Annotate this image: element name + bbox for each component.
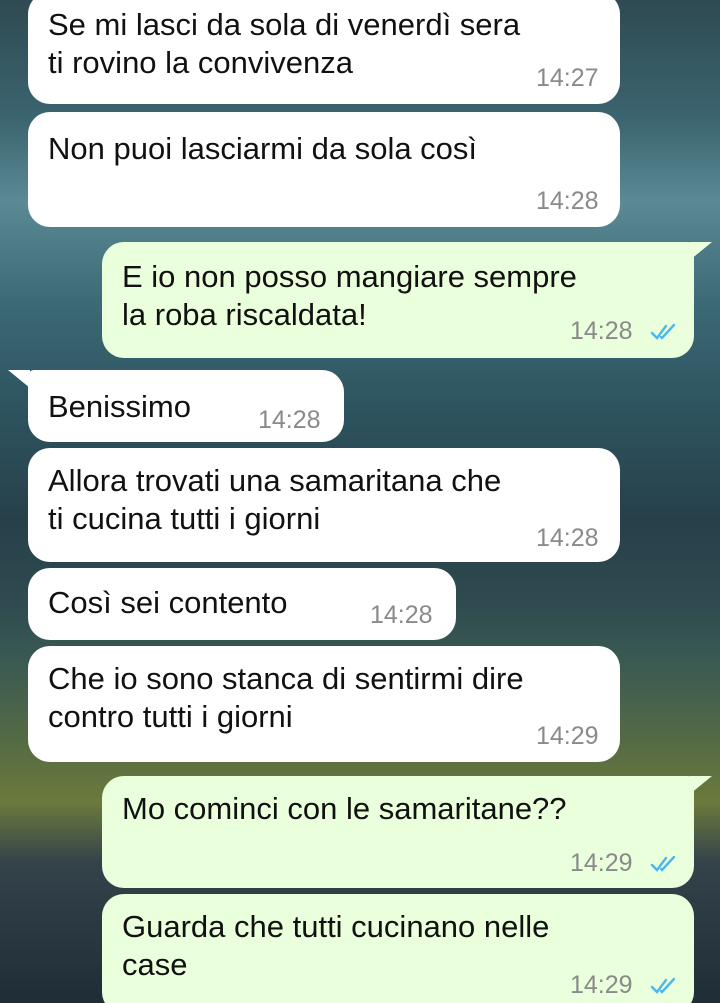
message-text: Che io sono stanca di sentirmi dire cont… [48,661,524,734]
read-ticks-icon [650,855,676,872]
message-time: 14:28 [370,601,433,629]
message-time: 14:27 [536,64,599,92]
message-text: Così sei contento [48,585,288,620]
message-time: 14:28 [536,524,599,552]
incoming-message[interactable]: Se mi lasci da sola di venerdì sera ti r… [28,0,620,104]
message-text: Mo cominci con le samaritane?? [122,791,567,826]
incoming-message[interactable]: Benissimo 14:28 [28,370,344,442]
message-time: 14:28 [536,187,599,215]
message-text: Guarda che tutti cucinano nelle case [122,909,550,982]
message-text: Allora trovati una samaritana che ti cuc… [48,463,502,536]
incoming-message[interactable]: Così sei contento 14:28 [28,568,456,640]
incoming-message[interactable]: Che io sono stanca di sentirmi dire cont… [28,646,620,762]
incoming-message[interactable]: Allora trovati una samaritana che ti cuc… [28,448,620,562]
bubble-tail [8,370,30,388]
outgoing-message[interactable]: E io non posso mangiare sempre la roba r… [102,242,694,358]
message-time: 14:29 [536,722,599,750]
message-time: 14:28 [570,317,633,345]
read-ticks-icon [650,977,676,994]
chat-area: Se mi lasci da sola di venerdì sera ti r… [0,0,720,1003]
outgoing-message[interactable]: Guarda che tutti cucinano nelle case 14:… [102,894,694,1003]
message-time: 14:29 [570,849,633,877]
outgoing-message[interactable]: Mo cominci con le samaritane?? 14:29 [102,776,694,888]
message-time: 14:29 [570,971,633,999]
bubble-tail [690,776,712,794]
message-text: Benissimo [48,389,191,424]
incoming-message[interactable]: Non puoi lasciarmi da sola così 14:28 [28,112,620,227]
message-text: Se mi lasci da sola di venerdì sera ti r… [48,7,521,80]
message-text: Non puoi lasciarmi da sola così [48,131,478,166]
message-text: E io non posso mangiare sempre la roba r… [122,259,577,332]
message-time: 14:28 [258,406,321,434]
bubble-tail [690,242,712,260]
read-ticks-icon [650,323,676,340]
